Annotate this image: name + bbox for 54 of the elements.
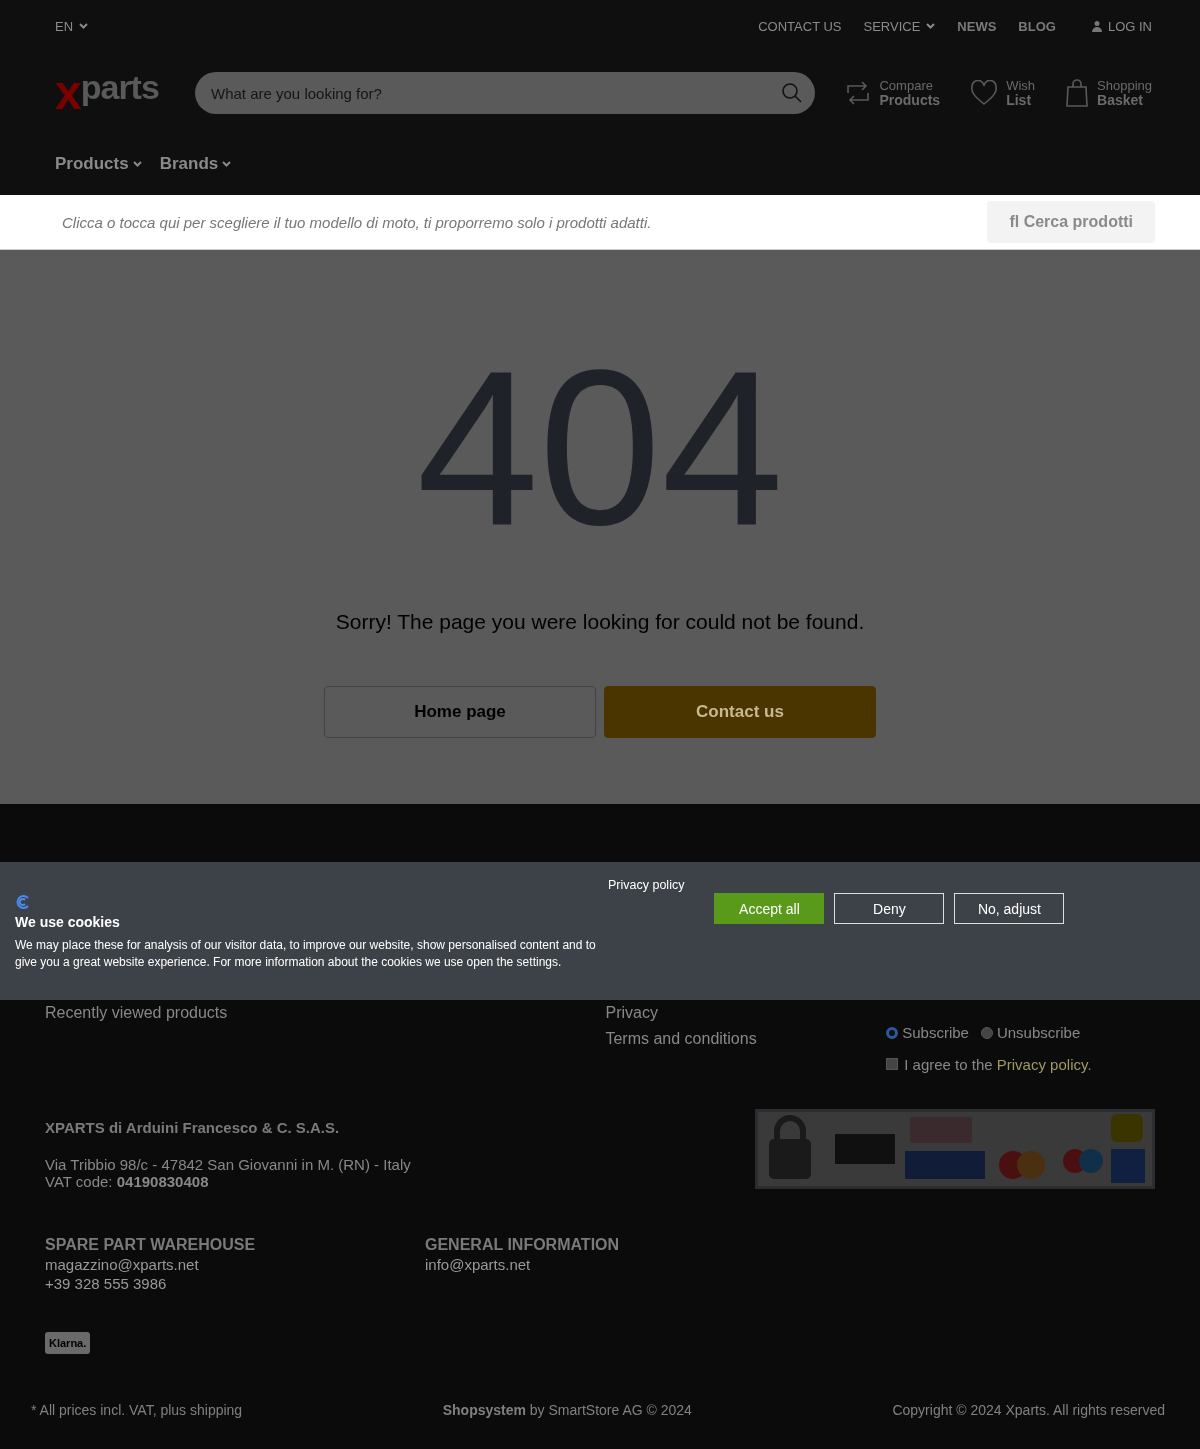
price-note: * All prices incl. VAT, plus shipping: [31, 1401, 243, 1418]
caret-icon: [79, 23, 89, 29]
top-nav-link[interactable]: NEWS: [957, 18, 997, 34]
search-icon[interactable]: [781, 82, 804, 104]
contact-heading: GENERAL INFORMATION: [425, 1235, 620, 1254]
top-nav-link[interactable]: LOG IN: [1091, 18, 1152, 34]
top-nav-link[interactable]: BLOG: [1018, 18, 1056, 34]
nav-menu-item[interactable]: Products: [55, 154, 142, 174]
company-name: XPARTS di Arduini Francesco & C. S.A.S.: [45, 1118, 340, 1136]
search-products-button[interactable]: fl Cerca prodotti: [987, 201, 1155, 243]
cookie-title: We use cookies: [15, 914, 121, 930]
klarna-badge: Klarna.: [45, 1331, 91, 1354]
agree-text: I agree to the Privacy policy.: [904, 1055, 1092, 1073]
cookie-button[interactable]: Accept all: [714, 893, 825, 924]
contact-button[interactable]: Contact us: [604, 686, 876, 738]
footer-link[interactable]: Privacy: [605, 1004, 658, 1022]
cookie-button[interactable]: Deny: [834, 893, 945, 924]
language-selector[interactable]: EN: [55, 18, 89, 34]
footer-link[interactable]: Recently viewed products: [45, 1004, 228, 1022]
vat-code: VAT code: 04190830408: [45, 1172, 209, 1190]
privacy-link[interactable]: Privacy policy: [996, 1055, 1088, 1073]
caret-icon: [926, 23, 936, 29]
newsletter-radio[interactable]: Subscribe: [886, 1024, 969, 1041]
newsletter-radio[interactable]: Unsubscribe: [980, 1024, 1081, 1041]
privacy-policy-link[interactable]: Privacy policy: [608, 878, 685, 898]
error-message: Sorry! The page you were looking for could not be found.: [335, 610, 865, 634]
cookie-icon: [15, 894, 31, 910]
notice-text[interactable]: Clicca o tocca qui per scegliere il tuo modello di moto, ti proporremo solo i prodotti adatti.: [62, 213, 652, 231]
user-icon: [1091, 20, 1102, 32]
heart-icon: [970, 80, 999, 106]
footer-link[interactable]: Terms and conditions: [605, 1030, 757, 1048]
copyright: Copyright © 2024 Xparts. All rights reserved: [892, 1401, 1165, 1418]
caret-icon: [222, 161, 232, 167]
swap-arrows-icon: [845, 79, 872, 107]
contact-heading: SPARE PART WAREHOUSE: [45, 1235, 256, 1254]
agree-checkbox[interactable]: [886, 1058, 899, 1070]
shop-credit: Shopsystem by SmartStore AG © 2024: [442, 1401, 692, 1418]
company-address: Via Tribbio 98/c - 47842 San Giovanni in M. (RN) - Italy: [45, 1155, 411, 1173]
header-action-link[interactable]: Compare Products: [845, 78, 941, 108]
caret-icon: [132, 161, 142, 167]
top-nav-link[interactable]: SERVICE: [863, 18, 936, 34]
contact-line: magazzino@xparts.net: [45, 1255, 199, 1273]
shopping-bag-icon: [1065, 78, 1090, 108]
contact-line: +39 328 555 3986: [45, 1274, 167, 1292]
top-nav-link[interactable]: CONTACT US: [758, 18, 842, 34]
header-action-link[interactable]: Wish List: [970, 78, 1036, 108]
nav-menu-item[interactable]: Brands: [159, 154, 232, 174]
home-button[interactable]: Home page: [324, 686, 596, 738]
search-field[interactable]: What are you looking for?: [195, 72, 816, 114]
cookie-button[interactable]: No, adjust: [954, 893, 1065, 924]
cookie-text: We may place these for analysis of our visitor data, to improve our website, show personalised content and to give you a great website experience. For more information about the cookies we use open the settings.: [15, 937, 597, 971]
contact-line: info@xparts.net: [425, 1255, 531, 1273]
header-action-link[interactable]: Shopping Basket: [1065, 78, 1152, 108]
error-code: 404: [416, 338, 784, 558]
